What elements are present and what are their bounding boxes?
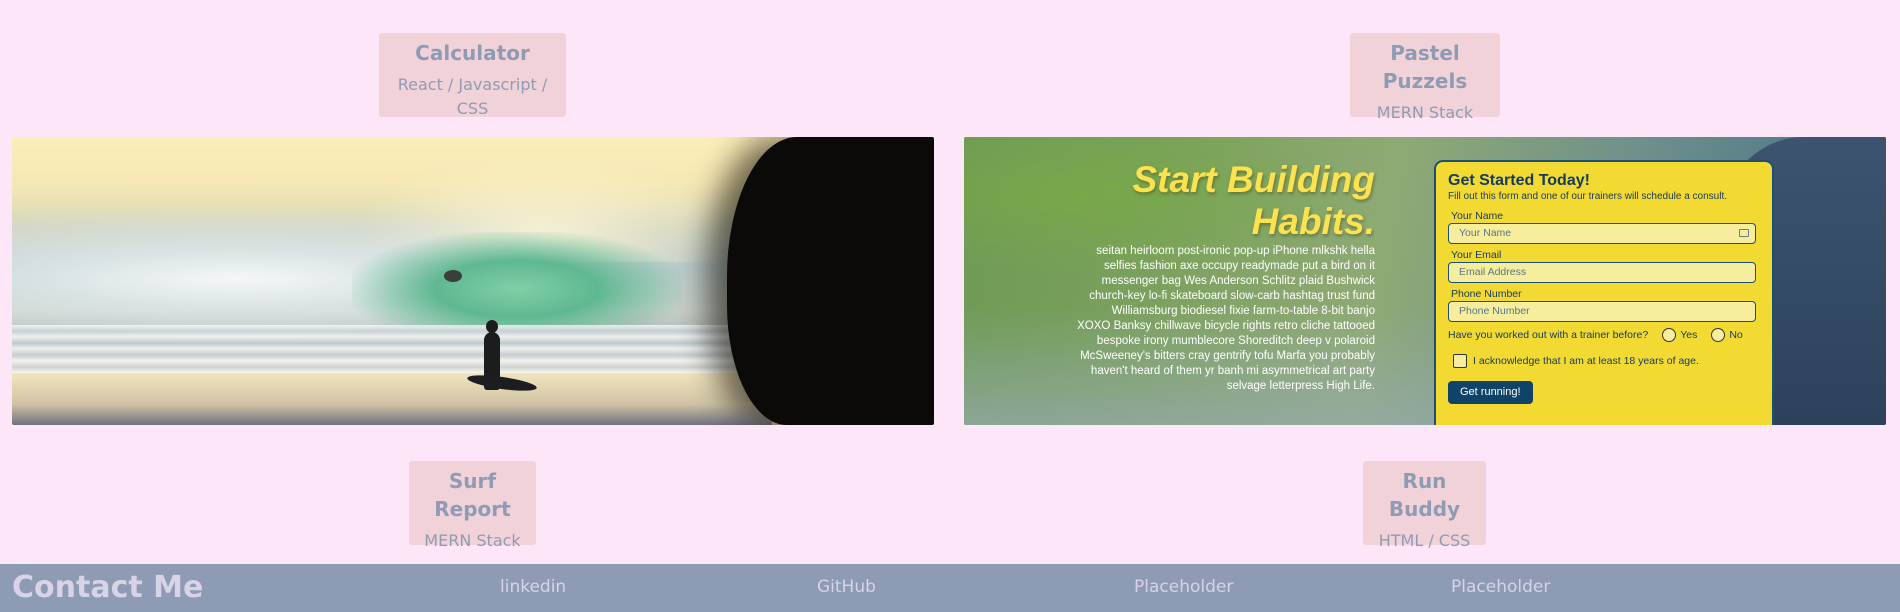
footer-link-placeholder-1[interactable]: Placeholder (1134, 576, 1233, 598)
contact-card-icon (1739, 229, 1749, 237)
project-calculator-label[interactable]: Calculator React / Javascript / CSS (379, 33, 566, 118)
rb-trainer-question: Have you worked out with a trainer befor… (1448, 328, 1760, 342)
rb-email-placeholder: Email Address (1459, 266, 1527, 278)
rb-hero-body: seitan heirloom post-ironic pop-up iPhon… (1077, 245, 1375, 392)
footer-link-linkedin[interactable]: linkedin (500, 576, 566, 598)
photo-dark-silhouette (727, 137, 934, 425)
rb-email-field[interactable]: Email Address (1448, 262, 1756, 283)
footer-link-placeholder-2[interactable]: Placeholder (1451, 576, 1550, 598)
project-stack: HTML / CSS (1378, 531, 1471, 550)
project-title: Surf Report (434, 469, 511, 521)
footer-link-github[interactable]: GitHub (817, 576, 876, 598)
surf-report-screenshot[interactable] (12, 137, 934, 425)
run-buddy-screenshot[interactable]: Start Building Habits. seitan heirloom p… (964, 137, 1886, 425)
photo-surfer-in-wave (444, 270, 462, 282)
contact-footer: Contact Me linkedin GitHub Placeholder P… (0, 564, 1900, 612)
project-surf-report-label[interactable]: Surf Report MERN Stack (409, 461, 536, 550)
photo-shore (12, 373, 772, 425)
project-stack: MERN Stack (424, 531, 521, 550)
rb-form-subheading: Fill out this form and one of our traine… (1448, 191, 1728, 202)
rb-signup-form: Get Started Today! Fill out this form an… (1434, 160, 1774, 425)
rb-title-line1: Start Building (1132, 159, 1375, 200)
project-title: Pastel Puzzels (1382, 41, 1468, 93)
project-title: Run Buddy (1388, 469, 1461, 521)
rb-email-label: Your Email (1451, 249, 1502, 261)
rb-phone-placeholder: Phone Number (1459, 305, 1530, 317)
rb-name-field[interactable]: Your Name (1448, 223, 1756, 244)
rb-submit-button[interactable]: Get running! (1448, 381, 1533, 404)
project-stack: React / Javascript / CSS (397, 75, 548, 118)
rb-age-ack: I acknowledge that I am at least 18 year… (1448, 354, 1760, 368)
rb-yes-label: Yes (1680, 329, 1698, 341)
rb-age-label: I acknowledge that I am at least 18 year… (1473, 355, 1699, 367)
rb-form-heading: Get Started Today! (1448, 172, 1590, 189)
project-pastel-puzzels-label[interactable]: Pastel Puzzels MERN Stack (1350, 33, 1500, 122)
rb-name-label: Your Name (1451, 210, 1504, 222)
rb-yes-radio[interactable] (1662, 328, 1677, 342)
rb-phone-field[interactable]: Phone Number (1448, 301, 1756, 322)
rb-age-checkbox[interactable] (1453, 354, 1467, 368)
rb-name-placeholder: Your Name (1459, 227, 1512, 239)
rb-no-label: No (1729, 329, 1743, 341)
project-run-buddy-label[interactable]: Run Buddy HTML / CSS (1363, 461, 1486, 550)
rb-title-line2: Habits. (1251, 201, 1375, 242)
photo-barrel (352, 232, 682, 327)
rb-no-radio[interactable] (1711, 328, 1726, 342)
rb-hero-title: Start Building Habits. (1132, 159, 1375, 243)
contact-heading: Contact Me (12, 570, 204, 605)
rb-phone-label: Phone Number (1451, 288, 1522, 300)
photo-foam (12, 325, 772, 373)
project-stack: MERN Stack (1376, 103, 1474, 122)
project-title: Calculator (415, 41, 530, 65)
rb-question-text: Have you worked out with a trainer befor… (1448, 329, 1649, 341)
